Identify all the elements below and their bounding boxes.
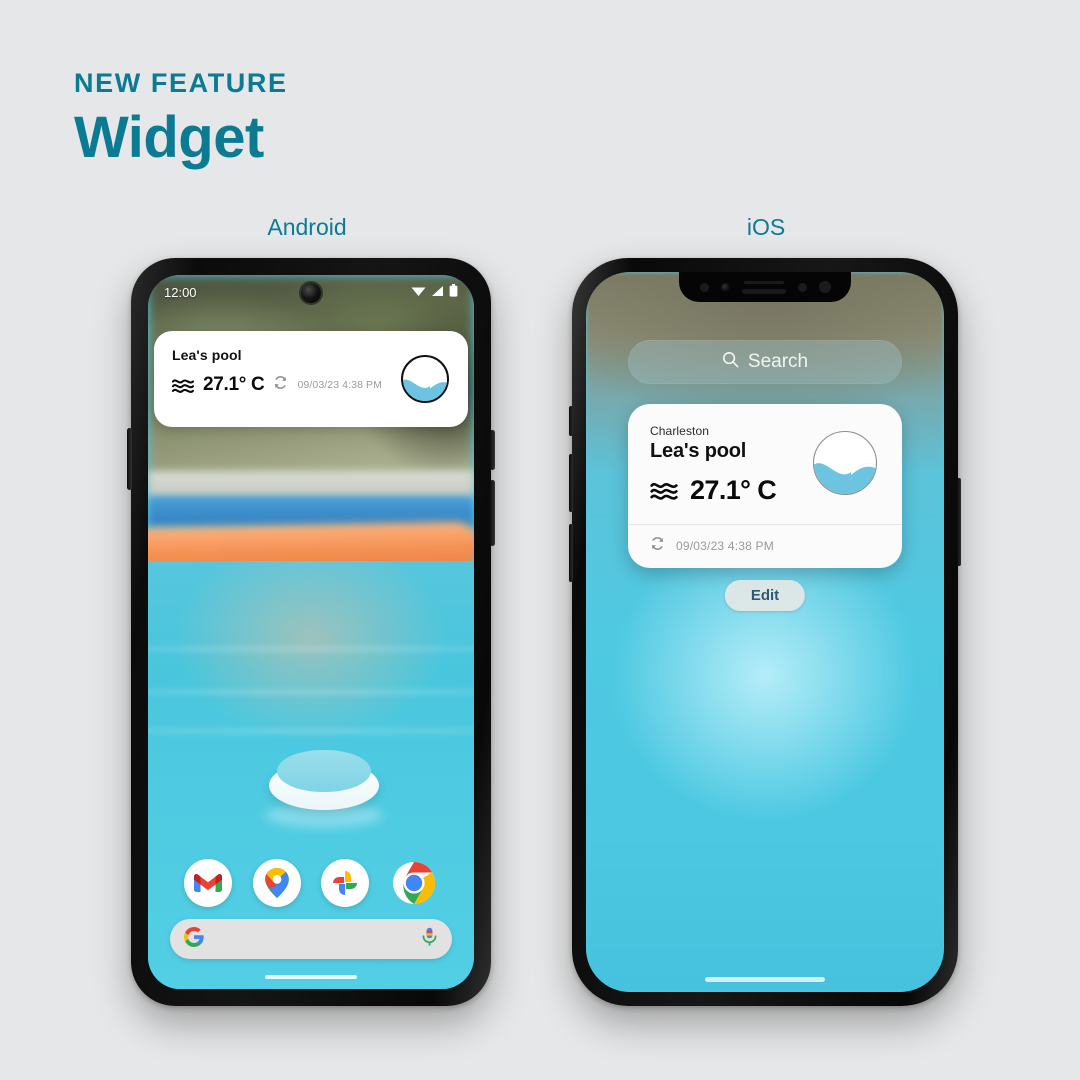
ios-notch [679, 272, 851, 302]
ios-home-gesture-bar[interactable] [705, 977, 825, 982]
android-screen: 12:00 Lea's pool 27.1° C 09/03/23 4:38 P… [148, 275, 474, 989]
ios-mute-switch[interactable] [569, 406, 573, 436]
ios-widget-timestamp: 09/03/23 4:38 PM [676, 539, 774, 553]
android-status-time: 12:00 [164, 284, 197, 300]
microphone-icon[interactable] [421, 927, 438, 952]
android-widget-timestamp: 09/03/23 4:38 PM [297, 379, 382, 391]
ios-ambient-light-sensor-icon [797, 282, 807, 292]
ios-earpiece-speaker [741, 280, 786, 294]
refresh-icon[interactable] [273, 375, 288, 395]
edit-button[interactable]: Edit [724, 580, 806, 611]
android-volume-button-right[interactable] [490, 480, 495, 546]
refresh-icon[interactable] [650, 536, 665, 556]
headline-block: NEW FEATURE Widget [74, 70, 288, 167]
cellular-signal-icon [431, 285, 444, 300]
gmail-app-icon[interactable] [184, 859, 233, 907]
android-volume-button-left[interactable] [127, 428, 132, 490]
kicker-text: NEW FEATURE [74, 68, 288, 98]
android-pool-widget[interactable]: Lea's pool 27.1° C 09/03/23 4:38 PM [154, 331, 468, 427]
page-title: Widget [74, 105, 264, 170]
android-widget-temperature: 27.1° C [203, 374, 265, 395]
android-phone-mockup: 12:00 Lea's pool 27.1° C 09/03/23 4:38 P… [127, 258, 495, 1006]
ios-front-camera-icon [720, 282, 730, 292]
search-icon [722, 351, 739, 374]
ios-pool-widget[interactable]: Charleston Lea's pool 27.1° C 09/03/23 4… [628, 404, 902, 568]
android-power-button[interactable] [490, 430, 495, 470]
platform-label-android: Android [267, 214, 347, 240]
ios-volume-down-button[interactable] [569, 524, 573, 582]
ios-screen: Search Charleston Lea's pool 27.1° C 09/… [586, 272, 944, 992]
water-wave-icon [650, 480, 678, 501]
wallpaper-ripple [148, 689, 474, 696]
ios-volume-up-button[interactable] [569, 454, 573, 512]
chrome-app-icon[interactable] [390, 859, 438, 907]
android-front-camera-punchhole [301, 283, 321, 303]
platform-label-ios: iOS [746, 214, 786, 240]
wallpaper-pool-sensor-device [268, 749, 380, 811]
pool-wave-logo-icon [400, 354, 450, 404]
wallpaper-ripple [148, 646, 474, 653]
google-photos-app-icon[interactable] [321, 859, 370, 907]
water-wave-icon [172, 377, 194, 394]
google-search-bar[interactable] [170, 919, 452, 959]
ios-proximity-sensor-icon [699, 282, 709, 292]
ios-power-button[interactable] [957, 478, 961, 566]
wifi-icon [411, 285, 426, 300]
google-maps-app-icon[interactable] [252, 859, 301, 907]
ios-widget-temperature: 27.1° C [690, 475, 777, 505]
ios-search-label: Search [747, 351, 809, 372]
pool-wave-logo-icon [812, 430, 878, 496]
battery-icon [449, 284, 458, 300]
ios-dot-projector-icon [818, 281, 831, 293]
ios-phone-mockup: Search Charleston Lea's pool 27.1° C 09/… [569, 258, 961, 1006]
google-g-icon [184, 926, 204, 952]
android-dock [148, 855, 474, 911]
android-home-gesture-bar[interactable] [265, 975, 357, 979]
ios-search-button[interactable]: Search [628, 340, 902, 384]
